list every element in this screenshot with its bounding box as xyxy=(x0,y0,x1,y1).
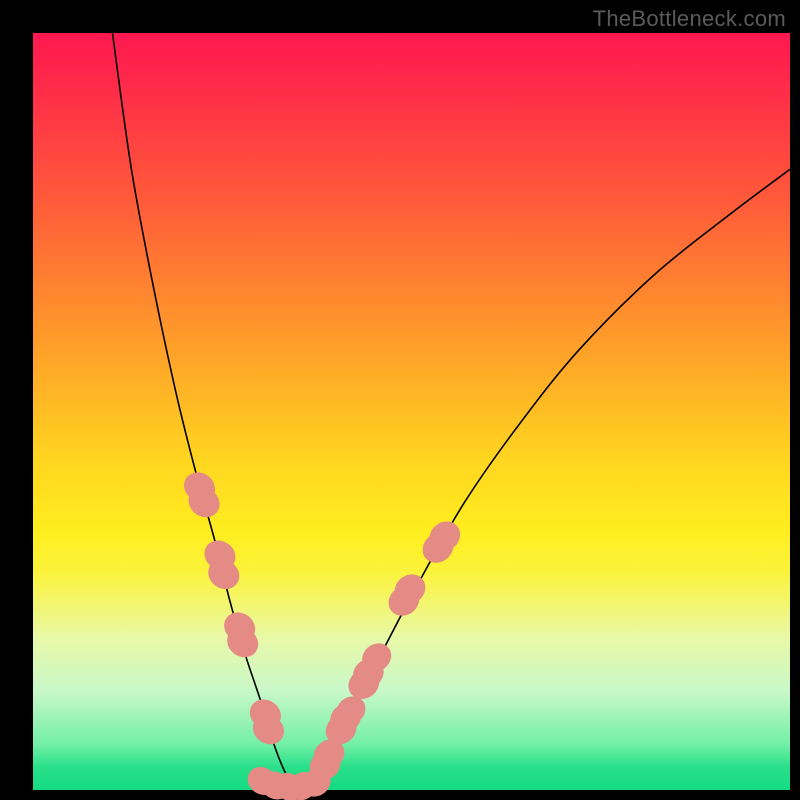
curve-layer xyxy=(33,33,790,790)
chart-frame: TheBottleneck.com xyxy=(0,0,800,800)
marker-group xyxy=(178,466,466,800)
watermark-text: TheBottleneck.com xyxy=(593,6,786,32)
bottleneck-curve xyxy=(112,33,790,789)
